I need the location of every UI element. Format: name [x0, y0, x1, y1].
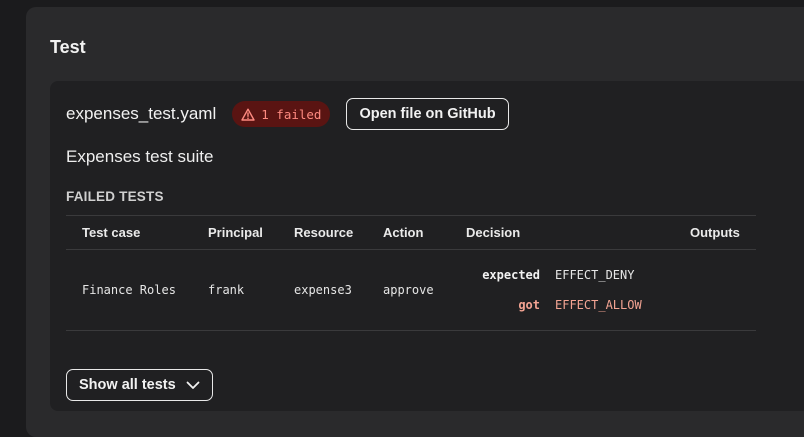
column-header-outputs: Outputs	[690, 215, 756, 250]
failed-tests-heading: FAILED TESTS	[66, 189, 164, 204]
column-header-principal: Principal	[208, 215, 294, 250]
failed-count-text: 1 failed	[261, 106, 322, 122]
cell-outputs	[690, 249, 756, 331]
chevron-down-icon	[186, 381, 200, 389]
expected-value: EFFECT_DENY	[555, 268, 635, 282]
suite-description: Expenses test suite	[66, 147, 214, 166]
column-header-test-case: Test case	[66, 215, 208, 250]
test-file-card: expenses_test.yaml 1 failed Open file on…	[50, 81, 804, 411]
got-value: EFFECT_ALLOW	[555, 298, 642, 312]
cell-action: approve	[383, 249, 466, 331]
cell-decision: expected EFFECT_DENY got EFFECT_ALLOW	[466, 249, 690, 331]
open-on-github-button[interactable]: Open file on GitHub	[346, 98, 509, 130]
failed-tests-table: Test case Principal Resource Action Deci…	[66, 215, 756, 331]
file-header: expenses_test.yaml 1 failed Open file on…	[66, 97, 509, 131]
test-section-panel: Test expenses_test.yaml 1 failed Open fi…	[26, 7, 804, 437]
show-all-tests-label: Show all tests	[79, 377, 176, 393]
section-title: Test	[50, 37, 86, 57]
column-header-resource: Resource	[294, 215, 383, 250]
failed-count-badge: 1 failed	[232, 101, 331, 127]
column-header-decision: Decision	[466, 215, 690, 250]
show-all-tests-button[interactable]: Show all tests	[66, 369, 213, 401]
warning-triangle-icon	[241, 108, 255, 121]
column-header-action: Action	[383, 215, 466, 250]
table-header-row: Test case Principal Resource Action Deci…	[66, 215, 756, 250]
cell-test-case: Finance Roles	[66, 249, 208, 331]
expected-label: expected	[482, 268, 540, 282]
table-row: Finance Roles frank expense3 approve exp…	[66, 249, 756, 331]
cell-principal: frank	[208, 249, 294, 331]
cell-resource: expense3	[294, 249, 383, 331]
decision-comparison: expected EFFECT_DENY got EFFECT_ALLOW	[466, 268, 690, 312]
file-name: expenses_test.yaml	[66, 104, 217, 123]
got-label: got	[518, 298, 540, 312]
